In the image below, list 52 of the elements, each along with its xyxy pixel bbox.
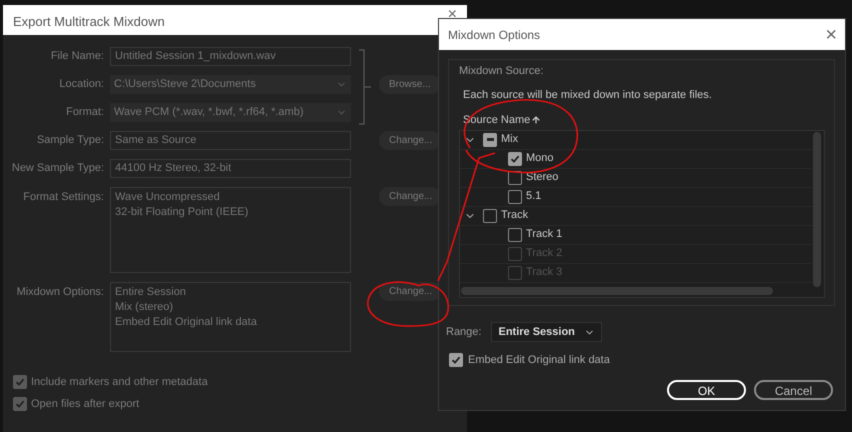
- close-button[interactable]: ×: [825, 24, 837, 44]
- partial-check-icon: [484, 134, 496, 146]
- checkbox-label: Embed Edit Original link data: [468, 353, 610, 368]
- tree-item-label: Stereo: [526, 170, 558, 186]
- tree-row[interactable]: Track: [460, 206, 812, 226]
- summary-line: Entire Session: [115, 285, 187, 300]
- checkbox[interactable]: [508, 228, 522, 242]
- checkbox[interactable]: [508, 190, 522, 204]
- vertical-scrollbar[interactable]: [813, 132, 821, 286]
- summary-line: Mix (stereo): [115, 300, 174, 315]
- range-dropdown[interactable]: Entire Session: [491, 322, 602, 342]
- summary-line: 32-bit Floating Point (IEEE): [115, 205, 250, 220]
- group-label: Mixdown Source:: [459, 64, 544, 79]
- window-title: Export Multitrack Mixdown: [13, 13, 165, 31]
- checkmark-icon: [510, 154, 520, 164]
- field-label: Format Settings:: [22, 190, 105, 205]
- checkmark-icon: [451, 355, 461, 366]
- field-label: New Sample Type:: [10, 161, 105, 176]
- checkbox[interactable]: [449, 353, 463, 368]
- field-label: Format:: [65, 105, 105, 120]
- tree-item-label: 5.1: [526, 189, 542, 204]
- tree-item-label: Track 1: [526, 227, 562, 242]
- summary-line: Embed Edit Original link data: [115, 315, 258, 330]
- link-bracket-icon: [358, 49, 372, 125]
- checkbox-label: Include markers and other metadata: [31, 375, 208, 390]
- sort-arrow-icon: [531, 115, 542, 126]
- description-text: Each source will be mixed down into separate files.: [463, 88, 713, 102]
- tree-item-label: Mono: [526, 151, 554, 166]
- cancel-button[interactable]: Cancel: [754, 380, 833, 400]
- checkbox-label: Open files after export: [31, 396, 140, 412]
- field-label: File Name:: [50, 49, 105, 64]
- tree-row[interactable]: Mono: [460, 150, 812, 168]
- checkmark-icon: [15, 377, 25, 388]
- tree-row[interactable]: Mix: [460, 130, 812, 150]
- window-title: Mixdown Options: [448, 26, 540, 44]
- field-label: Mixdown Options:: [16, 285, 105, 300]
- checkbox[interactable]: [508, 152, 522, 166]
- tree-item-label: Track: [501, 208, 528, 224]
- checkbox[interactable]: [508, 170, 522, 184]
- checkbox[interactable]: [483, 132, 497, 146]
- tree-row[interactable]: Track 1: [460, 226, 812, 244]
- checkbox[interactable]: [483, 208, 497, 222]
- field-label: Sample Type:: [36, 133, 105, 148]
- tree-row[interactable]: 5.1: [460, 188, 812, 206]
- horizontal-scrollbar[interactable]: [461, 286, 773, 294]
- summary-line: Wave Uncompressed: [115, 190, 221, 205]
- checkmark-icon: [15, 398, 25, 409]
- field-label: Location:: [58, 77, 105, 92]
- range-label: Range:: [446, 324, 482, 340]
- ok-button[interactable]: OK: [667, 380, 746, 400]
- tree-row[interactable]: Stereo: [460, 168, 812, 188]
- tree-item-label: Mix: [501, 132, 518, 148]
